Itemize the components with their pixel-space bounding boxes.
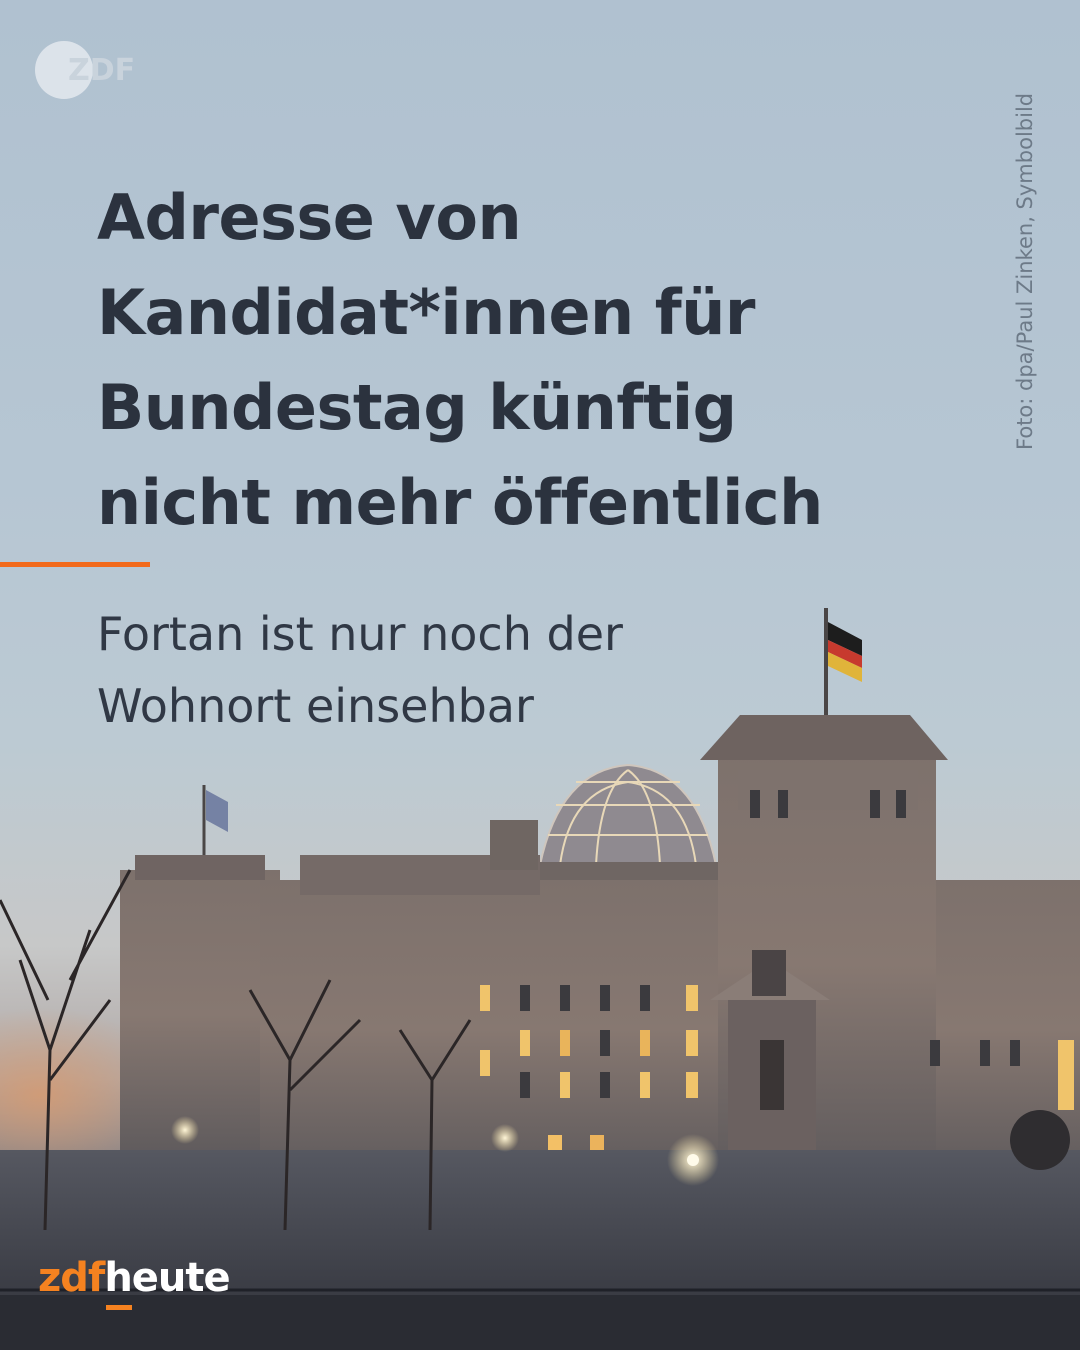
german-flag	[824, 608, 862, 720]
subline-line: Wohnort einsehbar	[97, 679, 534, 733]
brand-heute: heute	[104, 1255, 230, 1301]
main-facade	[260, 880, 1080, 1180]
zdfheute-logo: zdfheute	[38, 1253, 231, 1303]
photo-credit: Foto: dpa/Paul Zinken, Symbolbild	[1013, 92, 1037, 450]
headline: Adresse von Kandidat*innen für Bundestag…	[97, 170, 977, 550]
subline: Fortan ist nur noch der Wohnort einsehba…	[97, 598, 623, 742]
subline-line: Fortan ist nur noch der	[97, 607, 623, 661]
headline-line: Adresse von	[97, 181, 522, 254]
accent-divider	[0, 562, 150, 567]
left-tower	[120, 870, 280, 1160]
eu-flag	[202, 785, 228, 862]
headline-line: nicht mehr öffentlich	[97, 466, 823, 539]
glass-dome	[532, 763, 724, 880]
brand-zdf: zdf	[38, 1255, 105, 1301]
zdf-watermark: ZDF	[68, 53, 135, 88]
headline-line: Bundestag künftig	[97, 371, 737, 444]
zdf-logo: ZDF	[35, 41, 135, 99]
headline-line: Kandidat*innen für	[97, 276, 755, 349]
social-card: ZDF Adresse von Kandidat*innen für Bunde…	[0, 0, 1080, 1350]
